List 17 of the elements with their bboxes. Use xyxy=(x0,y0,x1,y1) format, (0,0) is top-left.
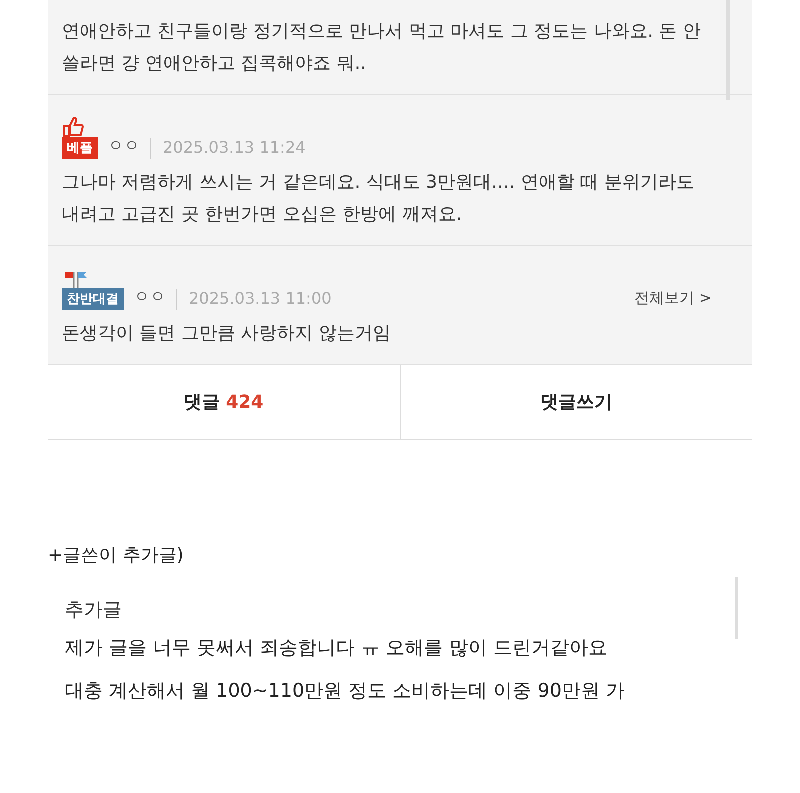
post-text: 제가 글을 너무 못써서 죄송합니다 ㅠ 오해를 많이 드린거같아요 xyxy=(65,636,608,661)
comment-text: 연애안하고 친구들이랑 정기적으로 만나서 먹고 마셔도 그 정도는 나와요. 돈 안쓸라면 걍 연애안하고 집콕해야죠 뭐.. xyxy=(62,20,702,76)
post-text: 대충 계산해서 월 100~110만원 정도 소비하는데 이중 90만원 가 xyxy=(65,679,626,704)
scrollbar xyxy=(735,577,738,639)
addendum-heading: +글쓴이 추가글) xyxy=(48,544,185,567)
thumbs-up-icon xyxy=(62,117,84,137)
comment-text: 그나마 저렴하게 쓰시는 거 같은데요. 식대도 3만원대…. 연애할 때 분위기라도 내려고 고급진 곳 한번가면 오십은 한방에 깨져요. xyxy=(62,171,696,227)
flags-icon xyxy=(62,270,90,288)
comment-author: ㅇㅇ xyxy=(108,136,140,157)
view-all-link[interactable]: 전체보기 > xyxy=(634,289,712,310)
comment-date: 2025.03.13 11:00 xyxy=(176,289,332,310)
comment-date: 2025.03.13 11:24 xyxy=(150,138,306,159)
badge-label: 찬반대결 xyxy=(62,288,124,310)
comment-author: ㅇㅇ xyxy=(134,287,166,308)
comment-text: 돈생각이 들면 그만큼 사랑하지 않는거임 xyxy=(62,322,392,346)
badge-label: 베플 xyxy=(62,137,98,159)
post-title: 추가글 xyxy=(65,598,123,623)
